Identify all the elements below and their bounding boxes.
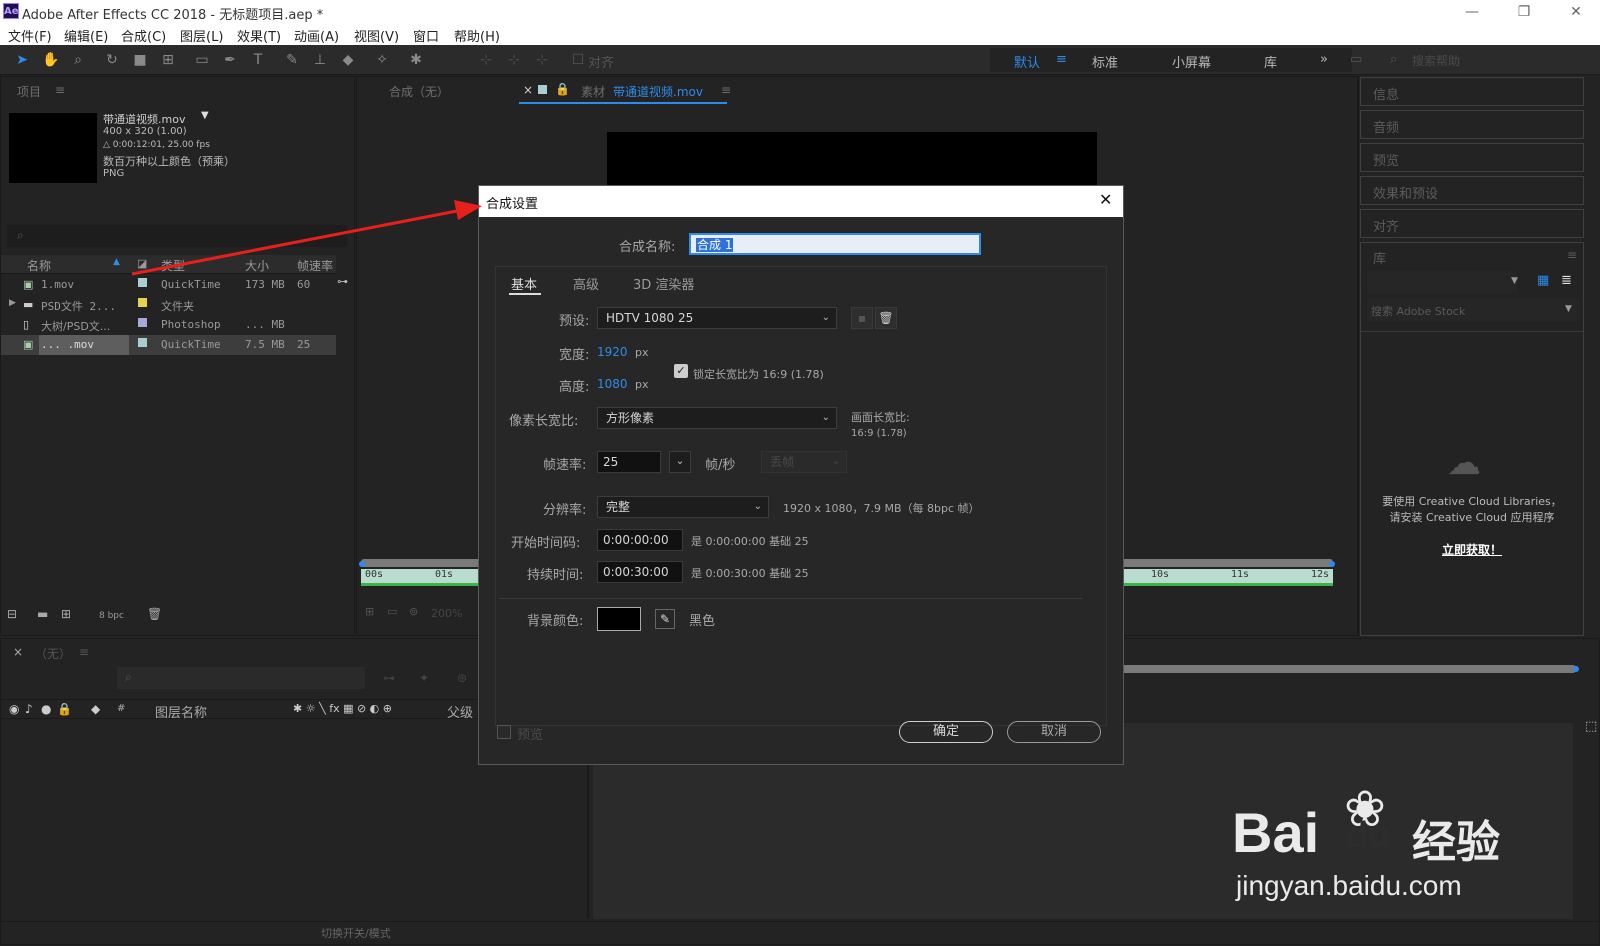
annotation-arrow [131, 200, 482, 276]
